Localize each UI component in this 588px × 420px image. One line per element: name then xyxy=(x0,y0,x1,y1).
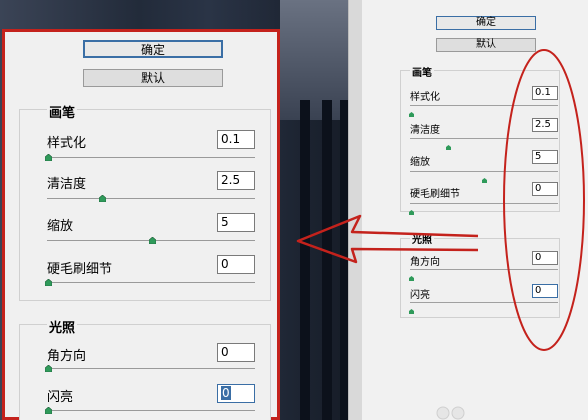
pointer-arrow xyxy=(296,214,479,264)
highlight-ellipse xyxy=(503,49,585,351)
circle-decoration xyxy=(451,406,465,420)
circle-decoration xyxy=(436,406,450,420)
annotation-layer xyxy=(296,49,585,420)
